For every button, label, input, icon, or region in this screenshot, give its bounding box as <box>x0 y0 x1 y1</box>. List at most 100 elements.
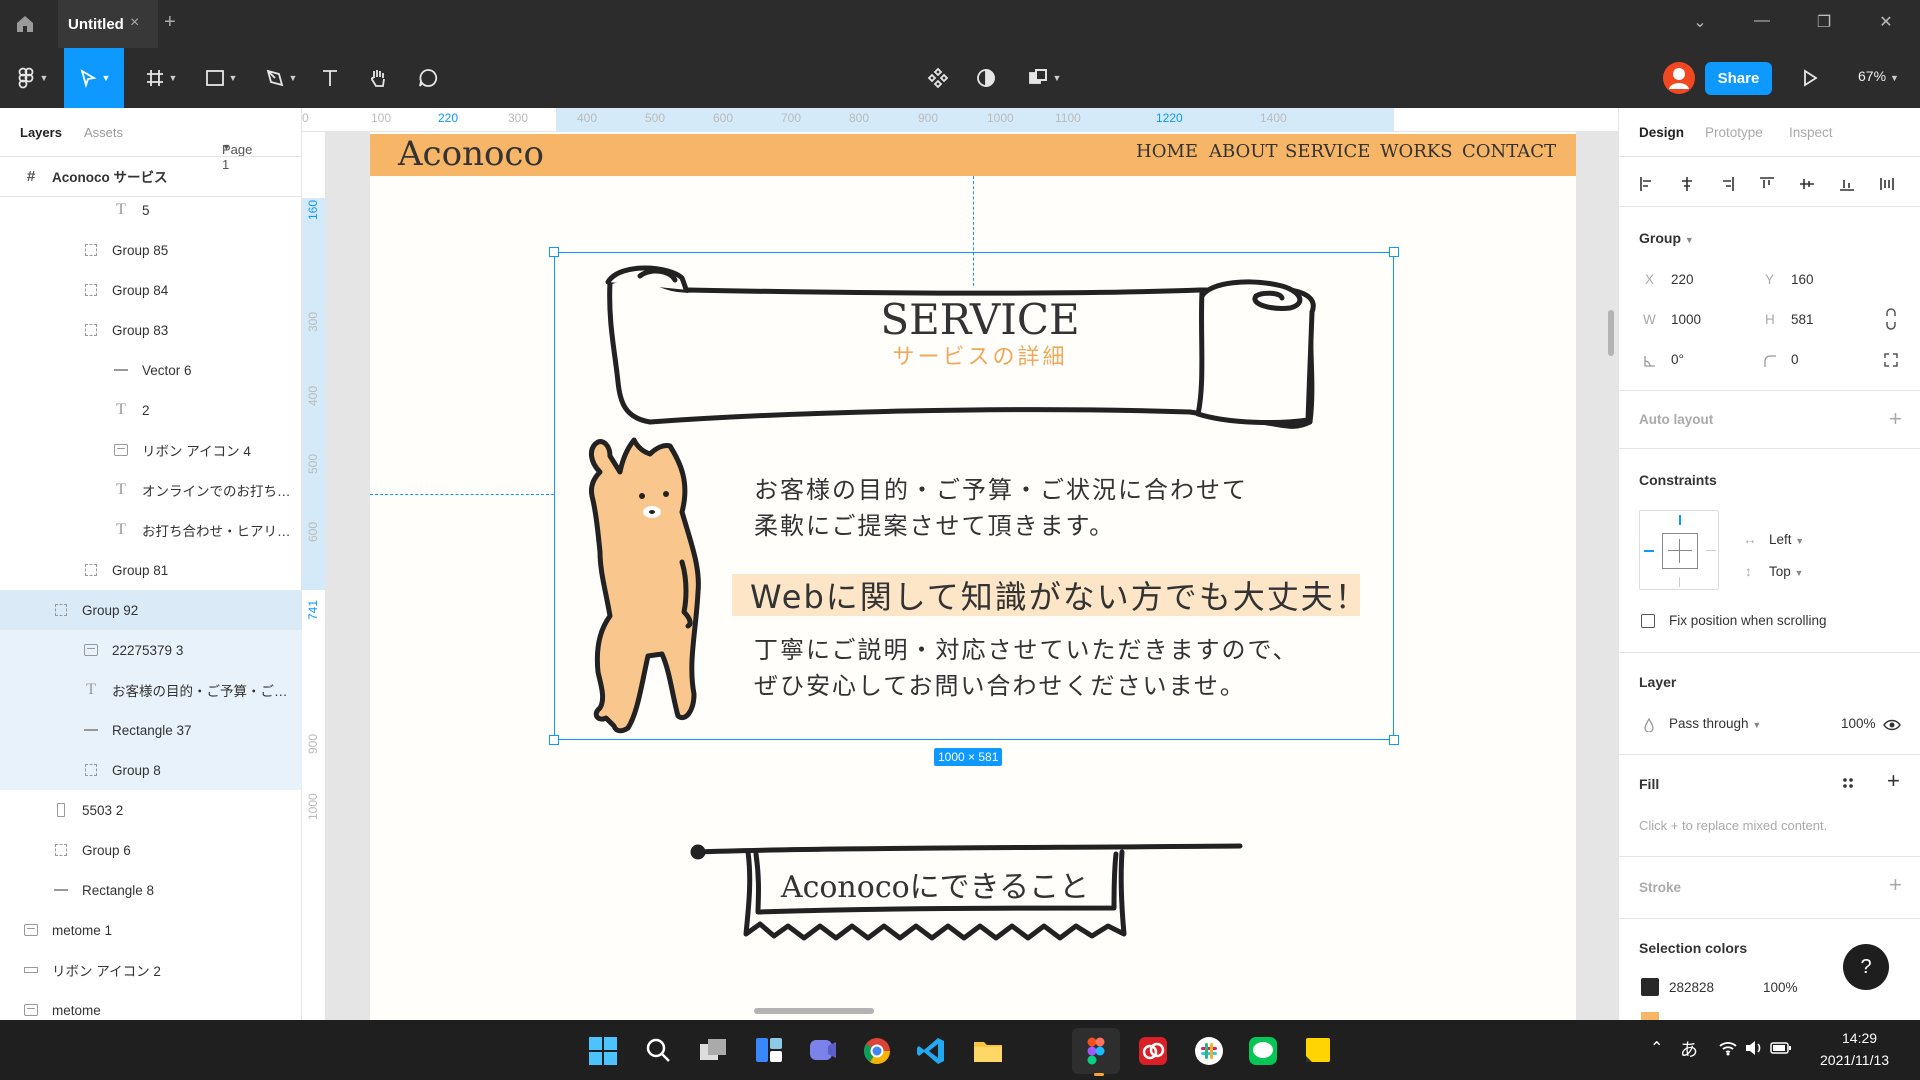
align-center-h-icon[interactable] <box>1679 176 1695 192</box>
resize-handle[interactable] <box>549 247 559 257</box>
volume-icon[interactable] <box>1744 1040 1764 1056</box>
color-opacity[interactable]: 100% <box>1763 980 1798 995</box>
sticky-notes-icon[interactable] <box>1304 1036 1332 1064</box>
restore-icon[interactable]: ❐ <box>1812 12 1836 32</box>
slack-icon[interactable] <box>1194 1036 1224 1066</box>
tab-design[interactable]: Design <box>1639 125 1684 140</box>
align-top-icon[interactable] <box>1759 176 1775 192</box>
layer-row[interactable]: Group 85 <box>0 230 302 270</box>
layer-row[interactable]: 5503 2 <box>0 790 302 830</box>
align-right-icon[interactable] <box>1719 176 1735 192</box>
constraint-top[interactable] <box>1679 515 1681 525</box>
present-button[interactable] <box>1792 48 1828 108</box>
eye-icon[interactable] <box>1883 718 1901 732</box>
add-auto-layout-icon[interactable]: + <box>1889 406 1902 432</box>
clock-time[interactable]: 14:29 <box>1842 1030 1877 1046</box>
layer-row[interactable]: Group 92 <box>0 590 302 630</box>
layer-row[interactable]: T5 <box>0 190 302 230</box>
chrome-icon[interactable] <box>862 1036 892 1066</box>
color-swatch-2[interactable] <box>1641 1012 1659 1020</box>
layer-row[interactable]: Group 81 <box>0 550 302 590</box>
layer-row[interactable]: 22275379 3 <box>0 630 302 670</box>
vertical-constraint-select[interactable]: Top ▼ <box>1769 564 1803 579</box>
horizontal-constraint-select[interactable]: Left ▼ <box>1769 532 1804 547</box>
boolean-button[interactable]: ▼ <box>1018 48 1070 108</box>
radius-field[interactable]: 0 <box>1791 352 1799 367</box>
home-icon[interactable] <box>14 13 36 35</box>
color-swatch[interactable] <box>1641 978 1659 996</box>
constraint-left[interactable] <box>1644 550 1654 552</box>
layer-row[interactable]: T オンラインでのお打ち… <box>0 470 302 510</box>
close-window-icon[interactable]: ✕ <box>1874 12 1898 32</box>
align-center-v-icon[interactable] <box>1799 176 1815 192</box>
main-menu-button[interactable]: ▼ <box>8 48 56 108</box>
layer-row[interactable]: T お客様の目的・ご予算・ご… <box>0 670 302 710</box>
color-hex[interactable]: 282828 <box>1669 980 1714 995</box>
vscode-icon[interactable] <box>916 1036 946 1066</box>
align-bottom-icon[interactable] <box>1839 176 1855 192</box>
help-button[interactable]: ? <box>1843 944 1889 990</box>
y-field[interactable]: 160 <box>1791 272 1814 287</box>
minimize-icon[interactable]: — <box>1750 12 1774 30</box>
tab-inspect[interactable]: Inspect <box>1789 125 1833 140</box>
align-left-icon[interactable] <box>1639 176 1655 192</box>
figma-taskbar-button[interactable] <box>1072 1028 1120 1074</box>
creative-cloud-icon[interactable] <box>1138 1036 1168 1066</box>
layer-row[interactable]: metome 1 <box>0 910 302 950</box>
x-field[interactable]: 220 <box>1671 272 1694 287</box>
constrain-proportions-icon[interactable] <box>1883 308 1899 330</box>
components-button[interactable] <box>920 48 956 108</box>
tray-chevron-icon[interactable]: ⌃ <box>1650 1038 1663 1058</box>
battery-icon[interactable] <box>1770 1040 1792 1056</box>
file-explorer-icon[interactable] <box>972 1036 1004 1064</box>
layer-row[interactable]: Vector 6 <box>0 350 302 390</box>
file-tab[interactable]: Untitled <box>58 0 158 48</box>
constraint-widget[interactable] <box>1639 510 1719 590</box>
task-view-icon[interactable] <box>698 1036 728 1064</box>
layer-row[interactable]: リボン アイコン 4 <box>0 430 302 470</box>
layer-row[interactable]: metome <box>0 990 302 1020</box>
share-button[interactable]: Share <box>1705 62 1772 95</box>
move-tool-button[interactable]: ▼ <box>64 48 124 108</box>
clock-date[interactable]: 2021/11/13 <box>1820 1052 1889 1068</box>
layer-row[interactable]: T2 <box>0 390 302 430</box>
fix-position-checkbox[interactable] <box>1641 614 1655 628</box>
zoom-dropdown[interactable]: 67% ▼ <box>1858 68 1899 84</box>
resize-handle[interactable] <box>549 735 559 745</box>
line-app-icon[interactable] <box>1248 1036 1278 1066</box>
constraint-bottom[interactable] <box>1679 577 1680 587</box>
chevron-down-icon[interactable]: ⌄ <box>1688 12 1712 32</box>
layer-row[interactable]: Rectangle 37 <box>0 710 302 750</box>
new-tab-icon[interactable]: + <box>164 11 176 34</box>
tab-assets[interactable]: Assets <box>84 125 123 140</box>
layer-row[interactable]: Group 83 <box>0 310 302 350</box>
canvas[interactable]: Aconoco HOME ABOUT SERVICE WORKS CONTACT… <box>326 132 1618 1020</box>
styles-icon[interactable] <box>1841 776 1855 790</box>
pen-tool-button[interactable]: ▼ <box>256 48 306 108</box>
vertical-scrollbar[interactable] <box>1608 310 1614 356</box>
frame-tool-button[interactable]: ▼ <box>136 48 186 108</box>
group-label[interactable]: Group ▼ <box>1639 230 1694 246</box>
distribute-icon[interactable] <box>1879 176 1895 192</box>
text-tool-button[interactable] <box>312 48 348 108</box>
resize-handle[interactable] <box>1389 247 1399 257</box>
layer-row[interactable]: Group 84 <box>0 270 302 310</box>
close-tab-icon[interactable]: × <box>130 14 139 32</box>
widgets-icon[interactable] <box>754 1036 784 1064</box>
design-frame[interactable]: Aconoco HOME ABOUT SERVICE WORKS CONTACT… <box>370 132 1576 1020</box>
comment-tool-button[interactable] <box>410 48 446 108</box>
layer-row[interactable]: Rectangle 8 <box>0 870 302 910</box>
mask-button[interactable] <box>968 48 1004 108</box>
rotation-field[interactable]: 0° <box>1671 352 1684 367</box>
user-avatar[interactable] <box>1663 62 1695 94</box>
layer-row[interactable]: Group 6 <box>0 830 302 870</box>
resize-handle[interactable] <box>1389 735 1399 745</box>
w-field[interactable]: 1000 <box>1671 312 1701 327</box>
wifi-icon[interactable] <box>1718 1040 1738 1056</box>
h-field[interactable]: 581 <box>1791 312 1814 327</box>
independent-corners-icon[interactable] <box>1883 352 1899 368</box>
layer-opacity-field[interactable]: 100% <box>1841 716 1876 731</box>
horizontal-scrollbar[interactable] <box>754 1008 874 1014</box>
blend-mode-select[interactable]: Pass through ▼ <box>1669 716 1761 731</box>
search-icon[interactable] <box>644 1036 672 1064</box>
